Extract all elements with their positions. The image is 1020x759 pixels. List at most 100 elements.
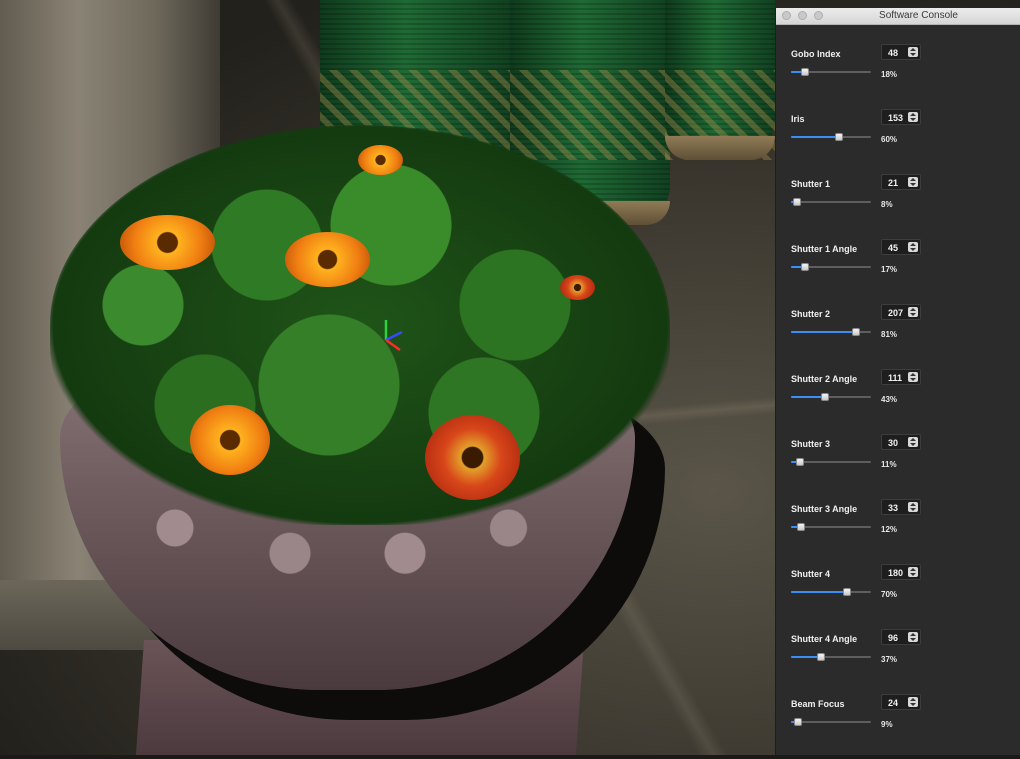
value-input[interactable]: 21 <box>888 178 898 188</box>
title-bar[interactable]: Software Console <box>776 8 1020 25</box>
stepper-arrows-icon[interactable] <box>908 307 918 317</box>
value-slider[interactable] <box>791 718 871 726</box>
value-slider[interactable] <box>791 68 871 76</box>
value-slider[interactable] <box>791 523 871 531</box>
orange-flower <box>190 405 270 475</box>
slider-handle[interactable] <box>796 458 804 466</box>
control-row: Shutter 1 21 8% <box>776 174 1020 239</box>
value-input[interactable]: 207 <box>888 308 903 318</box>
value-input[interactable]: 180 <box>888 568 903 578</box>
control-row: Gobo Index 48 18% <box>776 44 1020 109</box>
value-stepper[interactable]: 45 <box>881 239 921 255</box>
slider-track[interactable] <box>791 721 871 723</box>
transform-gizmo-icon[interactable] <box>380 318 410 352</box>
percent-readout: 37% <box>881 655 898 664</box>
close-icon[interactable] <box>782 11 791 20</box>
control-label: Beam Focus <box>791 699 845 709</box>
control-row: Beam Focus 24 9% <box>776 694 1020 759</box>
stepper-arrows-icon[interactable] <box>908 567 918 577</box>
stepper-arrows-icon[interactable] <box>908 632 918 642</box>
orange-flower <box>285 232 370 287</box>
value-stepper[interactable]: 96 <box>881 629 921 645</box>
value-slider[interactable] <box>791 263 871 271</box>
value-slider[interactable] <box>791 393 871 401</box>
value-input[interactable]: 96 <box>888 633 898 643</box>
percent-readout: 70% <box>881 590 898 599</box>
value-stepper[interactable]: 48 <box>881 44 921 60</box>
stepper-arrows-icon[interactable] <box>908 372 918 382</box>
slider-handle[interactable] <box>821 393 829 401</box>
value-stepper[interactable]: 111 <box>881 369 921 385</box>
control-label: Shutter 4 <box>791 569 831 579</box>
value-slider[interactable] <box>791 198 871 206</box>
red-flower <box>425 415 520 500</box>
slider-fill <box>791 331 856 333</box>
slider-handle[interactable] <box>835 133 843 141</box>
stepper-arrows-icon[interactable] <box>908 242 918 252</box>
value-input[interactable]: 24 <box>888 698 898 708</box>
control-row: Iris 153 60% <box>776 109 1020 174</box>
window-title: Software Console <box>879 10 958 21</box>
stepper-arrows-icon[interactable] <box>908 502 918 512</box>
slider-handle[interactable] <box>794 718 802 726</box>
value-input[interactable]: 111 <box>888 373 902 383</box>
percent-readout: 8% <box>881 200 893 209</box>
value-stepper[interactable]: 180 <box>881 564 921 580</box>
stepper-arrows-icon[interactable] <box>908 177 918 187</box>
slider-fill <box>791 396 825 398</box>
control-label: Gobo Index <box>791 49 841 59</box>
control-row: Shutter 4 180 70% <box>776 564 1020 629</box>
software-console-window[interactable]: Software Console Gobo Index 48 18% Iris 153 6… <box>775 8 1020 755</box>
value-slider[interactable] <box>791 328 871 336</box>
value-stepper[interactable]: 30 <box>881 434 921 450</box>
value-stepper[interactable]: 33 <box>881 499 921 515</box>
value-stepper[interactable]: 153 <box>881 109 921 125</box>
control-label: Shutter 3 Angle <box>791 504 858 514</box>
percent-readout: 9% <box>881 720 893 729</box>
control-label: Shutter 2 <box>791 309 831 319</box>
value-slider[interactable] <box>791 458 871 466</box>
slider-fill <box>791 136 839 138</box>
slider-track[interactable] <box>791 201 871 203</box>
percent-readout: 60% <box>881 135 898 144</box>
slider-handle[interactable] <box>801 68 809 76</box>
value-input[interactable]: 45 <box>888 243 898 253</box>
value-stepper[interactable]: 21 <box>881 174 921 190</box>
minimize-icon[interactable] <box>798 11 807 20</box>
stepper-arrows-icon[interactable] <box>908 437 918 447</box>
stepper-arrows-icon[interactable] <box>908 112 918 122</box>
control-row: Shutter 3 30 11% <box>776 434 1020 499</box>
slider-handle[interactable] <box>852 328 860 336</box>
slider-handle[interactable] <box>793 198 801 206</box>
red-flower <box>560 275 595 300</box>
percent-readout: 18% <box>881 70 898 79</box>
value-input[interactable]: 153 <box>888 113 903 123</box>
slider-handle[interactable] <box>817 653 825 661</box>
control-label: Shutter 4 Angle <box>791 634 858 644</box>
hanging-rug <box>665 0 775 160</box>
value-slider[interactable] <box>791 653 871 661</box>
percent-readout: 17% <box>881 265 898 274</box>
slider-handle[interactable] <box>801 263 809 271</box>
control-label: Shutter 1 Angle <box>791 244 858 254</box>
control-row: Shutter 3 Angle 33 12% <box>776 499 1020 564</box>
percent-readout: 43% <box>881 395 898 404</box>
stepper-arrows-icon[interactable] <box>908 697 918 707</box>
slider-handle[interactable] <box>797 523 805 531</box>
percent-readout: 11% <box>881 460 897 469</box>
control-row: Shutter 4 Angle 96 37% <box>776 629 1020 694</box>
value-input[interactable]: 30 <box>888 438 898 448</box>
value-stepper[interactable]: 207 <box>881 304 921 320</box>
value-input[interactable]: 33 <box>888 503 898 513</box>
control-label: Shutter 3 <box>791 439 831 449</box>
control-row: Shutter 2 Angle 111 43% <box>776 369 1020 434</box>
value-input[interactable]: 48 <box>888 48 898 58</box>
stepper-arrows-icon[interactable] <box>908 47 918 57</box>
value-slider[interactable] <box>791 588 871 596</box>
slider-handle[interactable] <box>843 588 851 596</box>
percent-readout: 81% <box>881 330 898 339</box>
value-stepper[interactable]: 24 <box>881 694 921 710</box>
value-slider[interactable] <box>791 133 871 141</box>
control-label: Shutter 1 <box>791 179 831 189</box>
control-row: Shutter 2 207 81% <box>776 304 1020 369</box>
